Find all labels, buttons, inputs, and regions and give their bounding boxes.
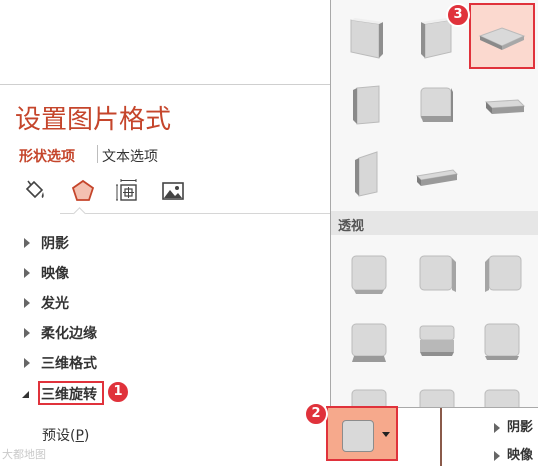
effects-pentagon-icon[interactable] (70, 178, 96, 204)
preset-thumbnail[interactable] (407, 142, 467, 202)
presets-label: 预设(P) (42, 425, 89, 445)
preset-thumbnail[interactable] (339, 244, 399, 304)
dropdown-arrow-icon (382, 432, 390, 437)
section-3d-format-label: 三维格式 (41, 356, 97, 372)
pane-title: 设置图片格式 (15, 105, 172, 135)
preset-thumbnail[interactable] (339, 74, 399, 134)
pane2-shadow-label: 阴影 (507, 420, 534, 435)
tab-divider (97, 145, 98, 163)
icon-row-divider (60, 213, 330, 214)
watermark: 大都地图 (2, 448, 46, 461)
picture-icon[interactable] (160, 178, 186, 204)
pane2-section-shadow[interactable]: 阴影 (494, 416, 533, 435)
preset-thumbnail[interactable] (339, 142, 399, 202)
format-picture-pane: 设置图片格式 形状选项 文本选项 阴影 映像 发光 柔化边缘 三维格式 三维旋转… (0, 84, 330, 467)
preset-thumbnail[interactable] (407, 310, 467, 370)
step-badge-3: 3 (446, 3, 470, 27)
section-glow[interactable]: 发光 (22, 292, 312, 314)
section-3d-format[interactable]: 三维格式 (22, 352, 312, 374)
preset-thumbnail[interactable] (339, 376, 399, 407)
section-glow-label: 发光 (41, 296, 69, 312)
section-shadow[interactable]: 阴影 (22, 232, 312, 254)
preset-thumbnail[interactable] (472, 376, 532, 407)
section-soft-edges-label: 柔化边缘 (41, 326, 97, 342)
secondary-format-pane: 阴影 映像 (440, 408, 538, 466)
rotation-highlight-box (38, 381, 104, 405)
preset-preview-swatch (342, 420, 374, 452)
presets-label-key: P (75, 428, 84, 444)
secondary-pane-content: 阴影 映像 (442, 408, 538, 466)
presets-label-end: ) (83, 428, 90, 444)
expand-triangle-icon (494, 450, 500, 461)
section-shadow-label: 阴影 (41, 236, 69, 252)
size-properties-icon[interactable] (115, 178, 141, 204)
preset-thumbnail-selected[interactable] (472, 6, 532, 66)
section-soft-edges[interactable]: 柔化边缘 (22, 322, 312, 344)
section-reflection[interactable]: 映像 (22, 262, 312, 284)
preset-thumbnail[interactable] (339, 6, 399, 66)
preset-thumbnail[interactable] (407, 74, 467, 134)
tab-shape-options[interactable]: 形状选项 (19, 146, 75, 166)
section-reflection-label: 映像 (41, 266, 69, 282)
tab-text-options[interactable]: 文本选项 (102, 146, 158, 166)
pane2-reflection-label: 映像 (507, 448, 534, 463)
expand-triangle-icon (24, 268, 30, 278)
expand-triangle-icon (24, 358, 30, 368)
preset-thumbnail[interactable] (472, 74, 532, 134)
preset-thumbnail[interactable] (407, 376, 467, 407)
fill-line-icon[interactable] (21, 178, 47, 204)
presets-dropdown-button[interactable] (326, 406, 398, 461)
presets-label-main: 预设( (42, 428, 76, 444)
perspective-label: 透视 (338, 219, 365, 234)
perspective-section-header: 透视 (331, 211, 538, 235)
3d-rotation-preset-gallery: 透视 (330, 0, 538, 408)
expand-triangle-icon (24, 298, 30, 308)
preset-thumbnail[interactable] (339, 310, 399, 370)
step-badge-1: 1 (106, 380, 130, 404)
preset-thumbnail[interactable] (472, 244, 532, 304)
pane2-section-reflection[interactable]: 映像 (494, 444, 533, 463)
collapse-triangle-icon (22, 391, 29, 398)
preset-thumbnail[interactable] (472, 310, 532, 370)
active-category-caret (73, 207, 86, 220)
expand-triangle-icon (494, 422, 500, 433)
expand-triangle-icon (24, 238, 30, 248)
expand-triangle-icon (24, 328, 30, 338)
step-badge-2: 2 (304, 402, 328, 426)
preset-thumbnail[interactable] (407, 244, 467, 304)
